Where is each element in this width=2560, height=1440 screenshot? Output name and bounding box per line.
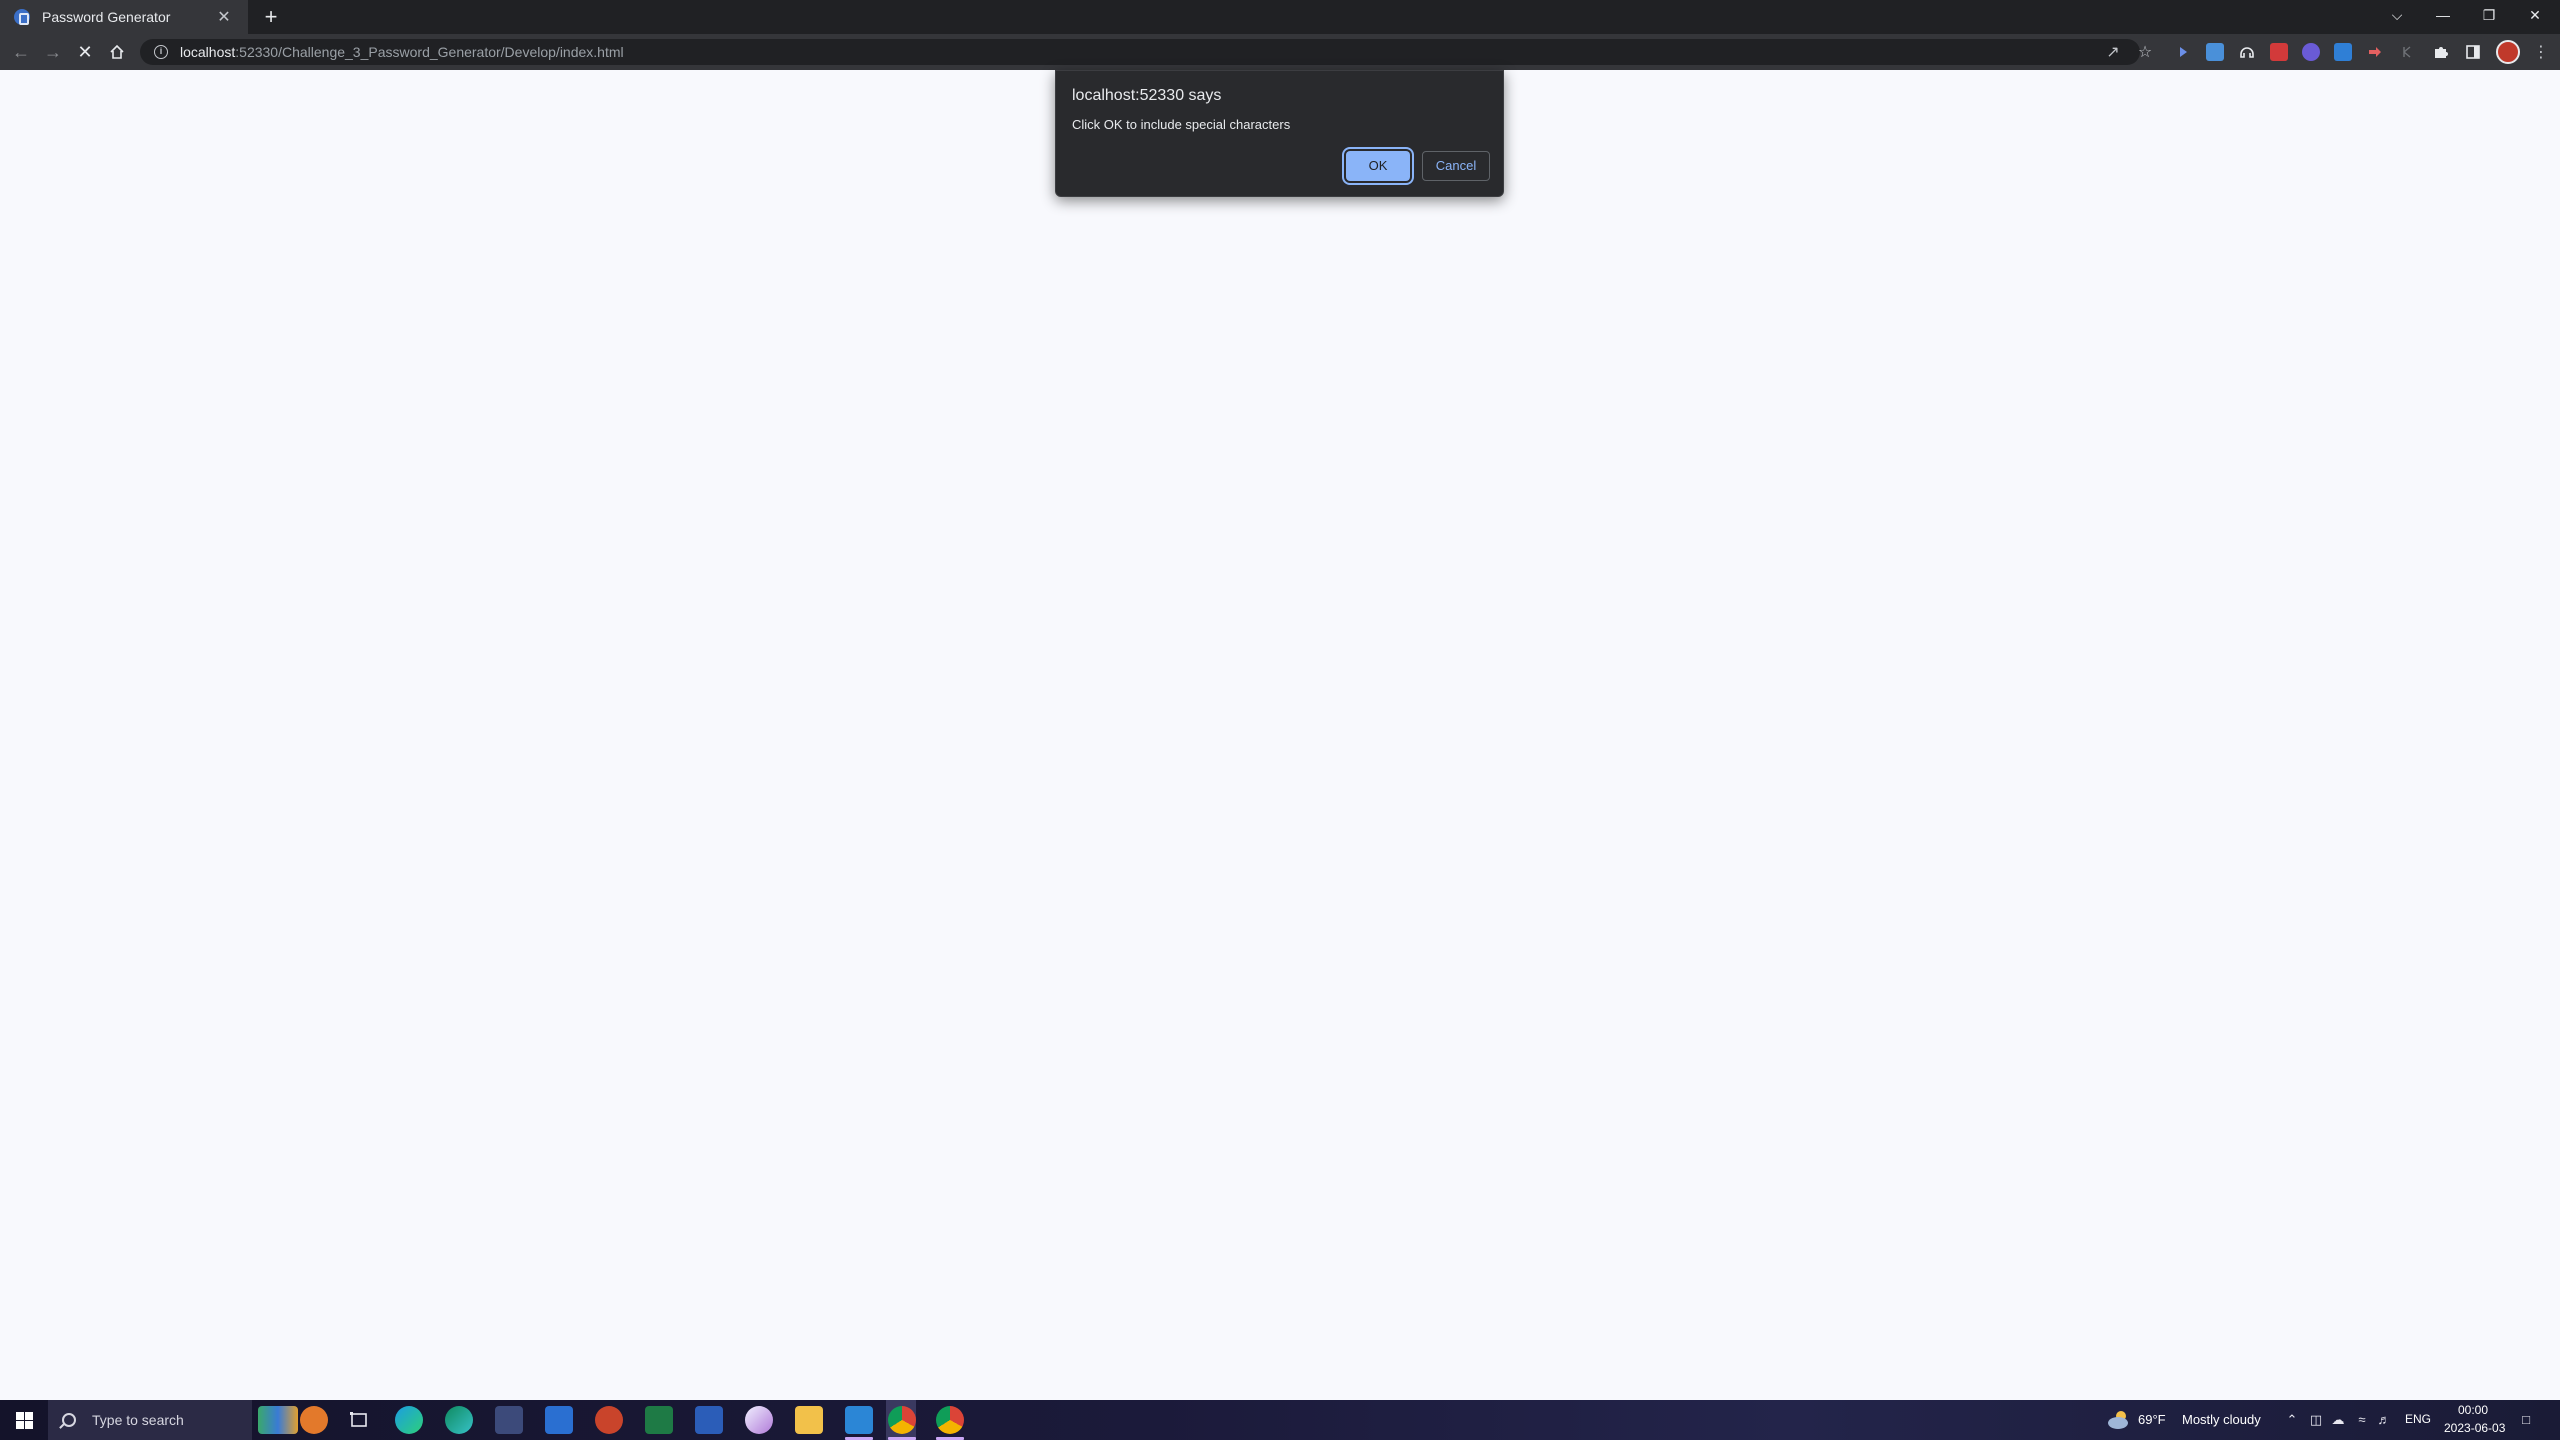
windows-taskbar: Type to search 69°F Mostly cloudy ⌃ ◫ ☁ [0, 1400, 2560, 1440]
dialog-message: Click OK to include special characters [1072, 117, 1291, 132]
language-indicator[interactable]: ENG [2405, 1412, 2431, 1426]
info-icon[interactable]: i [154, 45, 168, 59]
speaker-icon[interactable]: ♬ [2376, 1412, 2392, 1428]
web-page [0, 70, 2560, 1400]
site-favicon-icon [14, 9, 30, 25]
extension-play-icon[interactable] [2174, 43, 2192, 61]
close-window-button[interactable]: ✕ [2512, 0, 2558, 30]
basketball-icon[interactable] [300, 1406, 328, 1434]
onedrive-cloud-icon[interactable]: ☁ [2330, 1412, 2346, 1428]
music-icon[interactable] [745, 1406, 773, 1434]
taskbar-search-box[interactable]: Type to search [48, 1400, 252, 1440]
arrow-left-icon: ← [12, 42, 30, 62]
address-bar[interactable]: i localhost :52330/Challenge_3_Password_… [140, 39, 2140, 65]
home-icon [110, 44, 124, 59]
edge-dev-icon[interactable] [445, 1406, 473, 1434]
task-view-button[interactable] [345, 1406, 373, 1434]
alert-dialog: localhost:52330 says Click OK to include… [1055, 70, 1504, 197]
browser-toolbar: ← → ✕ i localhost :52330/Challenge_3_Pas… [0, 34, 2560, 70]
start-button[interactable] [0, 1400, 48, 1440]
url-host: localhost [180, 44, 236, 60]
word-icon[interactable] [695, 1406, 723, 1434]
side-panel-icon[interactable] [2464, 43, 2482, 61]
tab-title: Password Generator [42, 9, 171, 25]
share-icon[interactable]: ↗ [2102, 42, 2124, 62]
powerpoint-icon[interactable] [595, 1406, 623, 1434]
edge-icon[interactable] [395, 1406, 423, 1434]
extension-globe-icon[interactable] [2334, 43, 2352, 61]
wifi-icon[interactable]: ≈ [2354, 1412, 2370, 1428]
extension-blue-icon[interactable] [2206, 43, 2224, 61]
screen: Password Generator ✕ + ⌵ — ❐ ✕ ← → ✕ i l… [0, 0, 2560, 1440]
file-explorer-icon[interactable] [795, 1406, 823, 1434]
extension-red-arrow-icon[interactable] [2366, 43, 2384, 61]
bookmark-star-icon[interactable]: ☆ [2134, 42, 2156, 62]
ok-button[interactable]: OK [1346, 151, 1410, 181]
forward-button[interactable]: → [38, 38, 68, 66]
close-icon: ✕ [77, 42, 93, 62]
chrome-second-icon[interactable] [936, 1406, 964, 1434]
tab-password-generator[interactable]: Password Generator ✕ [0, 0, 248, 34]
back-button[interactable]: ← [6, 38, 36, 66]
tab-search-button[interactable]: ⌵ [2374, 0, 2420, 30]
browser-tab-strip: Password Generator ✕ + ⌵ — ❐ ✕ [0, 0, 2560, 34]
weather-condition[interactable]: Mostly cloudy [2182, 1412, 2261, 1427]
weather-temperature[interactable]: 69°F [2138, 1412, 2166, 1427]
new-tab-button[interactable]: + [258, 4, 284, 30]
search-placeholder: Type to search [92, 1412, 184, 1428]
minimize-button[interactable]: — [2420, 0, 2466, 30]
extensions-puzzle-icon[interactable] [2432, 43, 2450, 61]
url-path: :52330/Challenge_3_Password_Generator/De… [235, 44, 624, 60]
search-icon [62, 1413, 76, 1427]
dialog-title: localhost:52330 says [1072, 87, 1222, 104]
cancel-button[interactable]: Cancel [1422, 151, 1490, 181]
restore-button[interactable]: ❐ [2466, 0, 2512, 30]
clock-time[interactable]: 00:00 [2458, 1403, 2488, 1417]
extension-purple-icon[interactable] [2302, 43, 2320, 61]
clock-date[interactable]: 2023-06-03 [2444, 1421, 2505, 1435]
extension-k-icon[interactable] [2398, 43, 2416, 61]
extension-headset-icon[interactable] [2238, 43, 2256, 61]
chrome-icon[interactable] [888, 1406, 916, 1434]
vscode-icon[interactable] [845, 1406, 873, 1434]
profile-avatar[interactable] [2496, 40, 2520, 64]
kebab-menu-icon[interactable]: ⋮ [2530, 42, 2552, 62]
excel-icon[interactable] [645, 1406, 673, 1434]
extension-red-icon[interactable] [2270, 43, 2288, 61]
task-view-icon [350, 1412, 367, 1427]
notification-icon[interactable]: □ [2518, 1412, 2534, 1428]
store-icon[interactable] [495, 1406, 523, 1434]
weather-cloud-icon[interactable] [2106, 1407, 2132, 1433]
arrow-right-icon: → [44, 42, 62, 62]
chevron-up-icon[interactable]: ⌃ [2284, 1412, 2300, 1428]
search-highlight-icon[interactable] [258, 1406, 298, 1434]
tab-close-icon[interactable]: ✕ [214, 7, 234, 27]
device-icon[interactable]: ◫ [2308, 1412, 2324, 1428]
outlook-icon[interactable] [545, 1406, 573, 1434]
stop-loading-button[interactable]: ✕ [70, 38, 100, 66]
home-button[interactable] [102, 38, 132, 66]
